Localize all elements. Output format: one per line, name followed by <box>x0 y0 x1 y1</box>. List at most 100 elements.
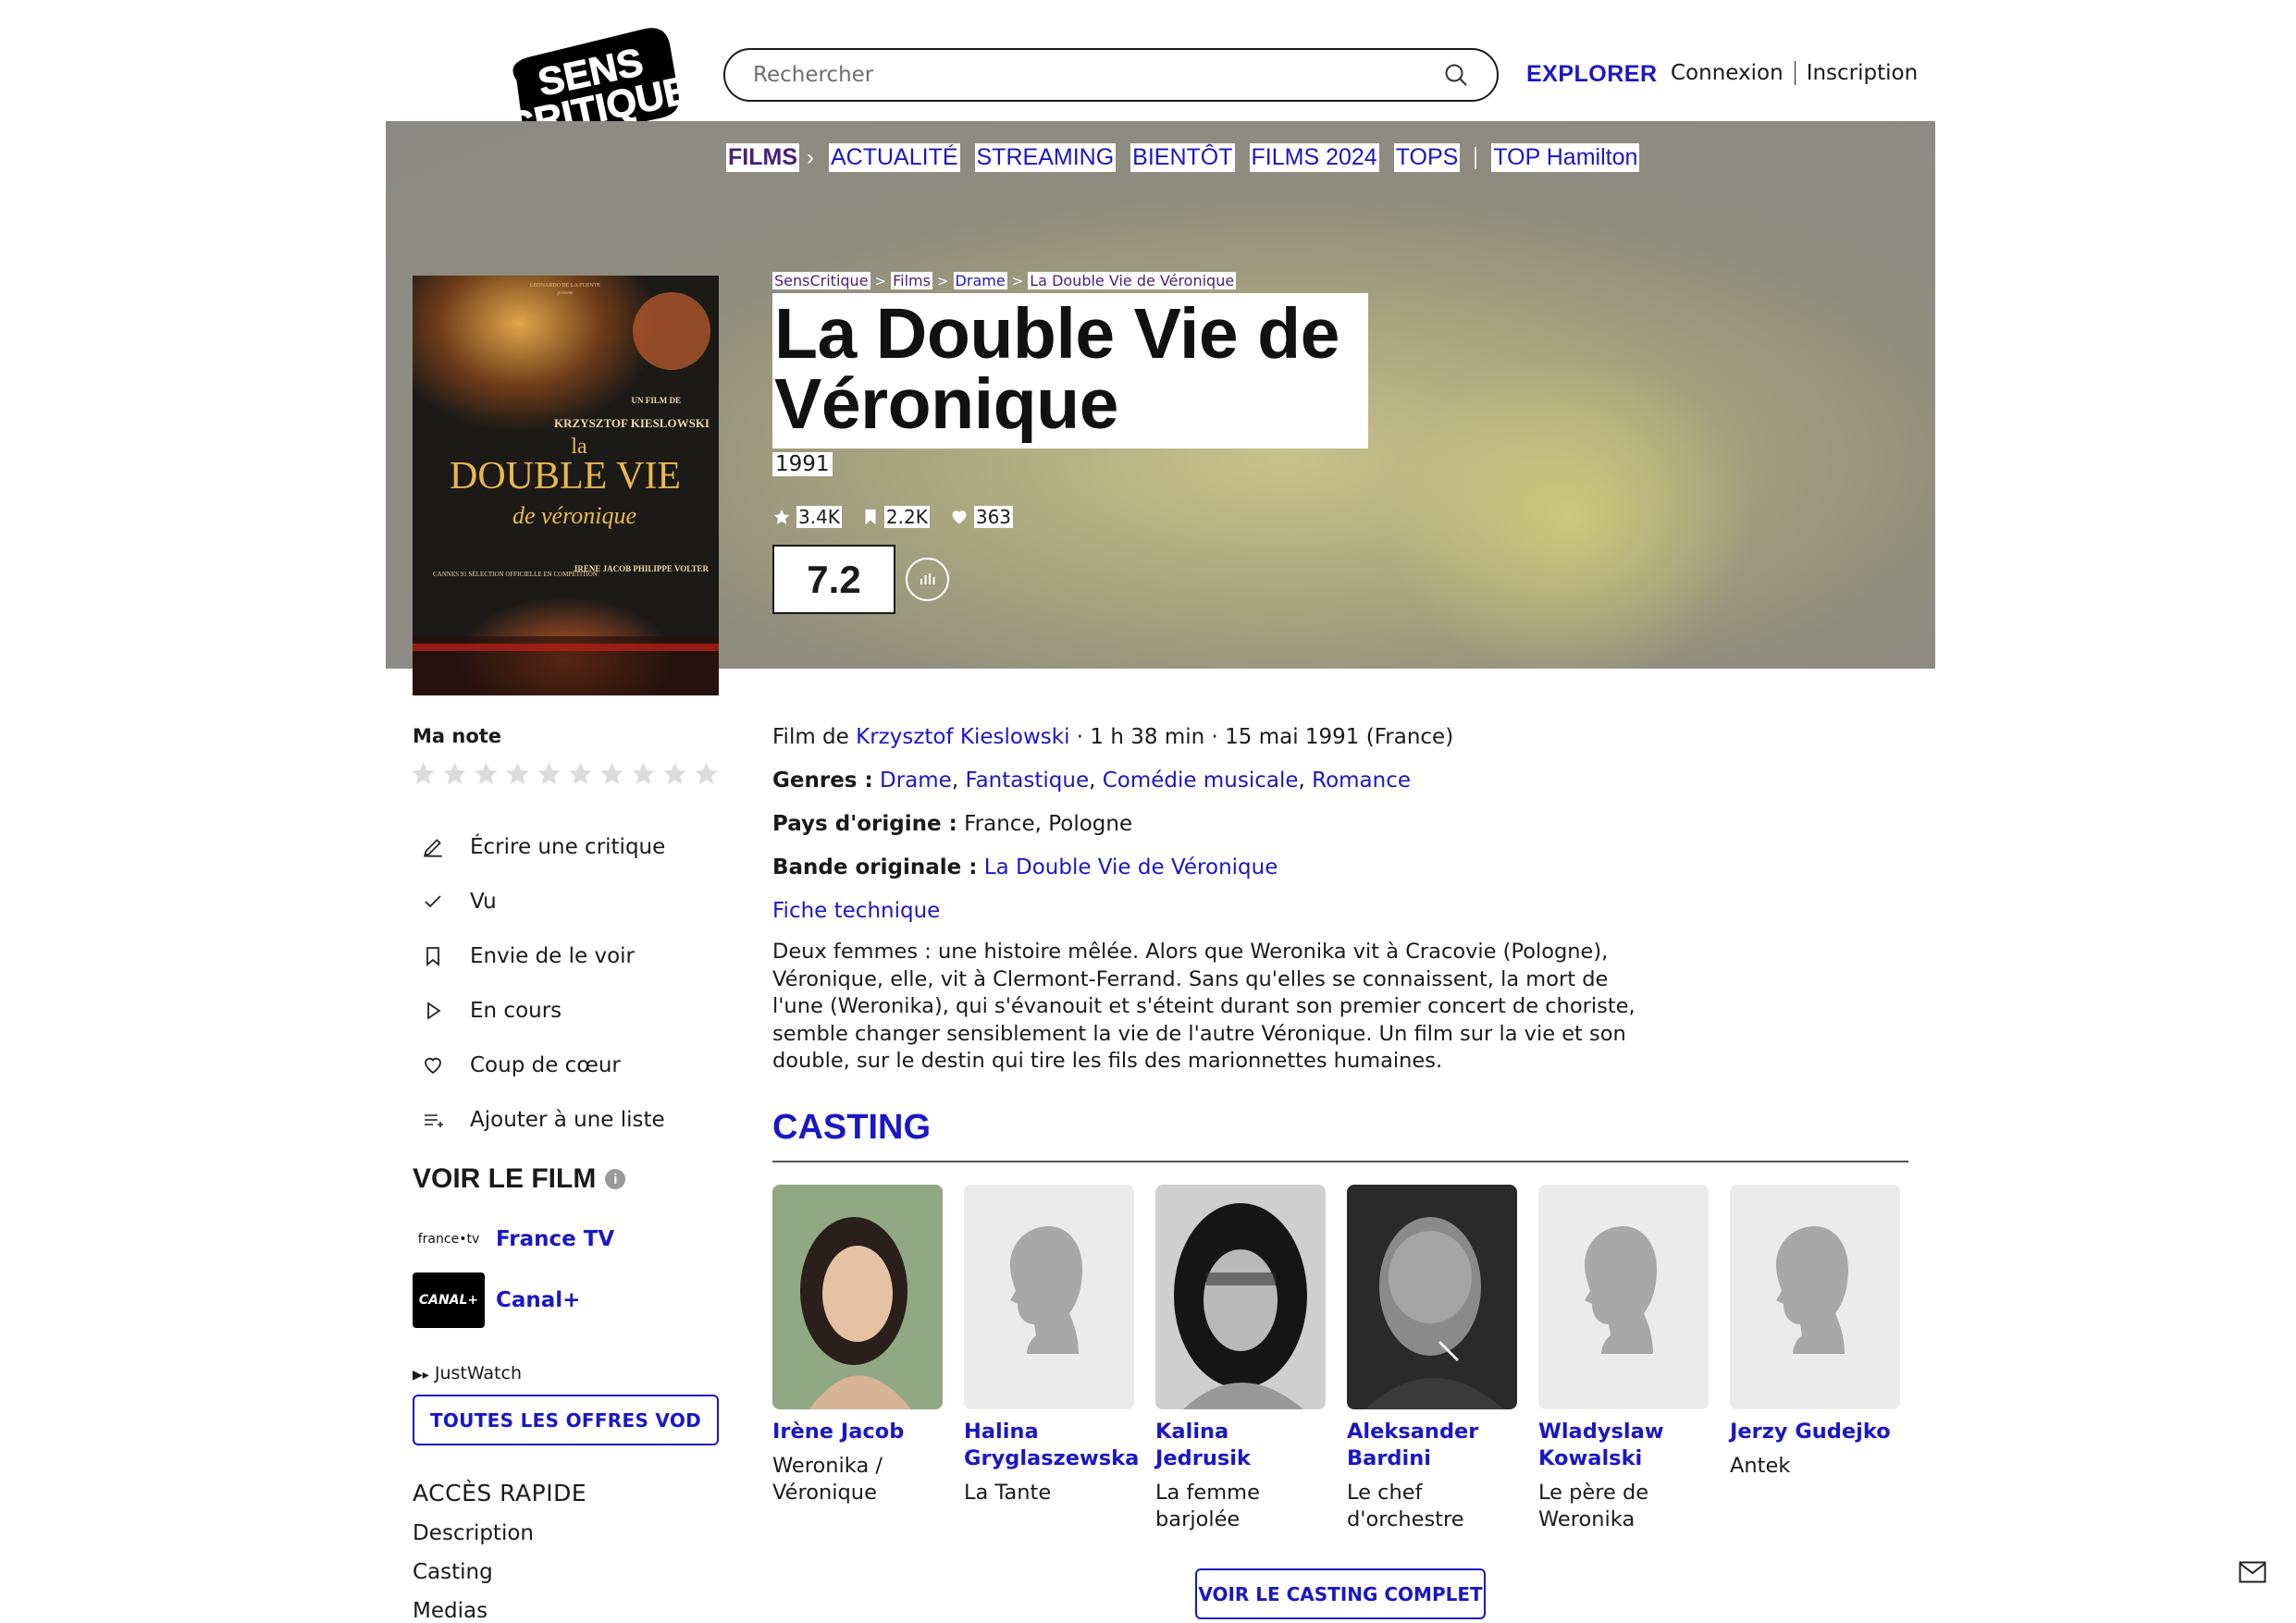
add-to-list-button[interactable]: Ajouter à une liste <box>418 1092 665 1147</box>
quick-link-description[interactable]: Description <box>413 1521 534 1560</box>
nav-tops[interactable]: TOPS <box>1393 143 1461 172</box>
search-input[interactable] <box>753 63 1443 87</box>
cast-photo-placeholder[interactable] <box>964 1185 1134 1409</box>
auth-separator <box>1794 61 1796 85</box>
poster-director: KRZYSZTOF KIESLOWSKI <box>554 416 710 430</box>
mail-icon[interactable] <box>2239 1561 2266 1583</box>
write-review-label: Écrire une critique <box>470 834 666 859</box>
rating-star-icon[interactable] <box>504 760 531 787</box>
heart-outline-icon <box>418 1051 448 1080</box>
genre-link-romance[interactable]: Romance <box>1312 768 1411 793</box>
chevron-right-icon: › <box>807 144 814 170</box>
breadcrumb-separator: > <box>1011 272 1024 289</box>
poster-artwork: LEONARDO DE LA FUENTE présente UN FILM D… <box>413 276 719 695</box>
cast-photo[interactable] <box>1347 1185 1517 1409</box>
movie-stats: 3.4K 2.2K 363 <box>772 506 1014 528</box>
provider-france-tv[interactable]: france•tv France TV <box>413 1211 614 1267</box>
country-label: Pays d'origine : <box>772 812 957 836</box>
genre-link-fantastique[interactable]: Fantastique <box>965 768 1089 793</box>
rating-distribution-button[interactable] <box>906 558 949 601</box>
nav-films[interactable]: FILMS <box>726 143 799 172</box>
all-vod-offers-button[interactable]: TOUTES LES OFFRES VOD <box>413 1395 719 1445</box>
cast-card[interactable]: Aleksander Bardini Le chef d'orchestre <box>1347 1185 1518 1533</box>
explore-link[interactable]: EXPLORER <box>1526 61 1658 88</box>
in-progress-button[interactable]: En cours <box>418 983 665 1038</box>
want-to-see-button[interactable]: Envie de le voir <box>418 928 665 983</box>
cast-photo[interactable] <box>1155 1185 1326 1409</box>
breadcrumb-separator: > <box>936 272 949 289</box>
seen-button[interactable]: Vu <box>418 874 665 928</box>
genre-link-drame[interactable]: Drame <box>880 768 952 793</box>
rating-star-icon[interactable] <box>536 760 562 787</box>
play-icon <box>418 996 448 1026</box>
search-icon[interactable] <box>1443 62 1469 88</box>
rating-star-icon[interactable] <box>693 760 720 787</box>
breadcrumb-senscritique[interactable]: SensCritique <box>772 272 870 289</box>
quick-link-medias[interactable]: Medias <box>413 1599 534 1623</box>
cast-photo-placeholder[interactable] <box>1538 1185 1709 1409</box>
nav-films-2024[interactable]: FILMS 2024 <box>1249 143 1379 172</box>
favorite-button[interactable]: Coup de cœur <box>418 1038 665 1092</box>
genres-label: Genres : <box>772 768 873 793</box>
in-progress-label: En cours <box>470 998 562 1023</box>
cast-photo[interactable] <box>772 1185 943 1409</box>
cast-role: La Tante <box>964 1481 1052 1505</box>
user-actions: Écrire une critique Vu Envie de le voir … <box>418 819 665 1147</box>
page-title: La Double Vie de Véronique <box>774 294 1340 444</box>
write-review-button[interactable]: Écrire une critique <box>418 819 665 874</box>
canal-plus-logo: CANAL+ <box>413 1273 485 1328</box>
cast-card[interactable]: Irène Jacob Weronika / Véronique <box>772 1185 944 1506</box>
cast-name[interactable]: Wladyslaw Kowalski <box>1538 1419 1710 1472</box>
cast-name[interactable]: Kalina Jedrusik <box>1155 1419 1327 1472</box>
cast-card[interactable]: Kalina Jedrusik La femme barjolée <box>1155 1185 1327 1533</box>
signup-link[interactable]: Inscription <box>1807 61 1919 85</box>
favorites-count: 363 <box>973 506 1014 528</box>
rating-star-icon[interactable] <box>473 760 500 787</box>
director-link[interactable]: Krzysztof Kieslowski <box>856 725 1069 749</box>
my-rating-label: Ma note <box>413 725 502 747</box>
login-link[interactable]: Connexion <box>1671 61 1784 85</box>
rating-star-icon[interactable] <box>567 760 594 787</box>
country-line: Pays d'origine : France, Pologne <box>772 812 1132 836</box>
rating-star-icon[interactable] <box>599 760 625 787</box>
quick-link-casting[interactable]: Casting <box>413 1560 534 1599</box>
full-cast-button[interactable]: VOIR LE CASTING COMPLET <box>1195 1568 1486 1619</box>
cast-name[interactable]: Halina Gryglaszewska <box>964 1419 1139 1472</box>
justwatch-icon: ▶▸ <box>413 1368 429 1383</box>
cast-card[interactable]: Jerzy Gudejko Antek <box>1730 1185 1901 1480</box>
cast-portrait-image <box>1155 1185 1326 1409</box>
movie-poster[interactable]: LEONARDO DE LA FUENTE présente UN FILM D… <box>413 276 719 695</box>
cast-card[interactable]: Halina Gryglaszewska La Tante <box>964 1185 1139 1506</box>
provider-canal-plus[interactable]: CANAL+ Canal+ <box>413 1273 580 1328</box>
cast-name[interactable]: Aleksander Bardini <box>1347 1419 1518 1472</box>
justwatch-credit[interactable]: ▶▸ JustWatch <box>413 1363 522 1383</box>
rating-star-icon[interactable] <box>410 760 437 787</box>
genre-link-comedie-musicale[interactable]: Comédie musicale <box>1103 768 1299 793</box>
cast-name[interactable]: Jerzy Gudejko <box>1730 1419 1901 1445</box>
nav-top-hamilton[interactable]: TOP Hamilton <box>1491 143 1640 172</box>
search-bar[interactable] <box>723 48 1499 102</box>
rating-star-icon[interactable] <box>441 760 468 787</box>
breadcrumb-drame[interactable]: Drame <box>953 272 1007 289</box>
nav-streaming[interactable]: STREAMING <box>974 143 1117 172</box>
cast-card[interactable]: Wladyslaw Kowalski Le père de Weronika <box>1538 1185 1710 1533</box>
cast-role: La femme barjolée <box>1155 1481 1260 1531</box>
breadcrumb-films[interactable]: Films <box>891 272 932 289</box>
bookmark-icon <box>865 509 876 525</box>
rating-star-icon[interactable] <box>630 760 657 787</box>
nav-actualite[interactable]: ACTUALITÉ <box>829 143 960 172</box>
tech-sheet-line: Fiche technique <box>772 899 940 923</box>
genres-line: Genres : Drame, Fantastique, Comédie mus… <box>772 768 1412 793</box>
breadcrumb-current: La Double Vie de Véronique <box>1028 272 1237 289</box>
my-rating-stars[interactable] <box>410 760 720 787</box>
soundtrack-link[interactable]: La Double Vie de Véronique <box>984 855 1278 879</box>
tech-sheet-link[interactable]: Fiche technique <box>772 899 940 923</box>
info-icon[interactable]: i <box>605 1169 626 1189</box>
cast-name[interactable]: Irène Jacob <box>772 1419 944 1445</box>
ratings-stat: 3.4K <box>772 506 842 528</box>
cast-photo-placeholder[interactable] <box>1730 1185 1900 1409</box>
cast-role: Le chef d'orchestre <box>1347 1481 1464 1531</box>
nav-bientot[interactable]: BIENTÔT <box>1130 143 1235 172</box>
silhouette-icon <box>1538 1185 1709 1409</box>
rating-star-icon[interactable] <box>661 760 688 787</box>
